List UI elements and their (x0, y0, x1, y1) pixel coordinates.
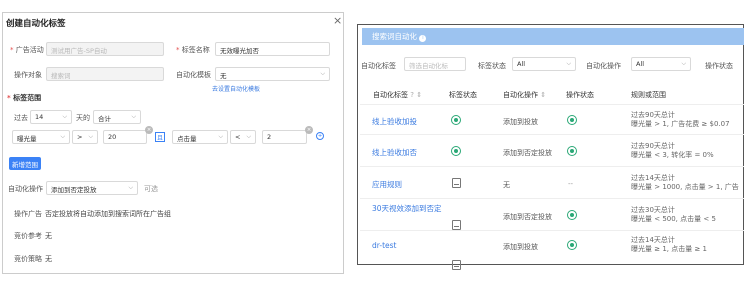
chevron-down-icon: ⌵ (218, 133, 223, 140)
auto-template-label: 自动化模板 (176, 71, 211, 79)
cond2-operator-select[interactable]: < ⌵ (230, 130, 256, 144)
chevron-down-icon: ⌵ (128, 184, 133, 191)
operate-target-label: 操作对象 (14, 71, 42, 79)
remove-cond2-icon[interactable]: × (305, 126, 313, 134)
status-active-icon (451, 146, 461, 156)
sort-icon: ⇕ (416, 91, 423, 99)
ad-activity-label: * 广告活动 (10, 46, 44, 54)
document-icon (452, 178, 461, 188)
close-icon[interactable]: × (333, 14, 342, 27)
bid-strategy-label: 竞价策略 (14, 255, 42, 263)
filter-tag-input[interactable]: 筛选自动化标 (404, 57, 466, 71)
row-op: 添加到投放 (503, 118, 538, 126)
row-op: 添加到否定投放 (503, 213, 552, 221)
filter-status-label: 标签状态 (478, 62, 506, 70)
row-tag-link[interactable]: 30天视效添加到否定 (372, 204, 442, 213)
auto-op-select[interactable]: 添加到否定投放 ⌵ (46, 181, 138, 195)
range-agg-select[interactable]: 合计 ⌵ (93, 110, 141, 124)
row-rule: 过去90天总计 曝光量 > 1, 广告花费 ≥ $0.07 (631, 111, 730, 128)
add-range-button[interactable]: 新增范围 (9, 157, 41, 170)
ad-activity-input[interactable]: 测试用广告-SP自动 (46, 42, 164, 56)
dialog-title: 创建自动化标签 (6, 19, 66, 29)
cond1-metric-select[interactable]: 曝光量 ⌵ (12, 130, 70, 144)
header-divider (360, 104, 744, 105)
row-rule: 过去30天总计 曝光量 < 500, 点击量 < 5 (631, 206, 716, 223)
chevron-down-icon: ⌵ (88, 133, 93, 140)
row-rule: 过去14天总计 曝光量 > 1000, 点击量 > 1, 广告 (631, 174, 739, 191)
row-tag-link[interactable]: 线上验收加否 (372, 147, 417, 158)
auto-op-label: 自动化操作 (8, 185, 43, 193)
bid-ref-value: 无 (45, 232, 52, 240)
col-tag[interactable]: 自动化标签 ? ⇕ (373, 90, 422, 100)
op-status-active-icon (567, 115, 577, 125)
banner-title: 搜索词自动化 i (372, 31, 427, 42)
status-active-icon (451, 115, 461, 125)
chevron-down-icon: ⌵ (320, 70, 325, 77)
table-row: 应用规则 无 -- 过去14天总计 曝光量 > 1000, 点击量 > 1, 广告 (0, 0, 750, 191)
col-rule: 规则或范围 (631, 91, 666, 99)
row-divider (360, 230, 744, 231)
range-days-select[interactable]: 14 ⌵ (30, 110, 72, 124)
op-status-active-icon (567, 146, 577, 156)
chevron-down-icon: ⌵ (131, 113, 136, 120)
row-tag-link[interactable]: 应用规则 (372, 179, 402, 190)
op-ad-label: 操作广告 (14, 210, 42, 218)
row-op: 添加到否定投放 (503, 149, 552, 157)
chevron-down-icon: ⌵ (566, 60, 571, 67)
cond2-metric-select[interactable]: 点击量 ⌵ (172, 130, 228, 144)
filter-tag-label: 自动化标签 (361, 62, 396, 70)
row-op: 添加到投放 (503, 243, 538, 251)
bid-strategy-value: 无 (45, 255, 52, 263)
row-op-status: -- (568, 180, 574, 188)
row-divider (360, 166, 744, 167)
chevron-down-icon: ⌵ (246, 133, 251, 140)
col-auto-op[interactable]: 自动化操作 ⇕ (503, 90, 546, 100)
chevron-down-icon: ⌵ (60, 133, 65, 140)
row-op: 无 (503, 181, 510, 189)
col-tag-status: 标签状态 (449, 91, 477, 99)
document-icon (452, 220, 461, 230)
cond1-value-input[interactable]: 20 (103, 130, 147, 144)
filter-op-select[interactable]: All ⌵ (631, 57, 691, 71)
auto-op-optional: 可选 (144, 185, 158, 193)
template-settings-link[interactable]: 去设置自动化模板 (212, 84, 260, 93)
row-rule: 过去90天总计 曝光量 < 3, 转化率 = 0% (631, 142, 714, 159)
range-day-suffix: 天的 (76, 114, 90, 122)
range-label: * 标签范围 (7, 94, 42, 102)
tag-name-label: * 标签名称 (176, 46, 210, 54)
row-tag-link[interactable]: dr-test (372, 241, 396, 250)
add-condition-icon[interactable]: + (316, 132, 324, 140)
document-icon (452, 260, 461, 270)
chevron-down-icon: ⌵ (681, 60, 686, 67)
range-past-text: 过去 (14, 114, 28, 122)
filter-op-status-label: 操作状态 (705, 62, 733, 70)
op-status-active-icon (567, 210, 577, 220)
cond1-operator-select[interactable]: > ⌵ (72, 130, 98, 144)
remove-cond1-icon[interactable]: × (145, 126, 153, 134)
row-tag-link[interactable]: 线上验收加投 (372, 116, 417, 127)
operate-target-input[interactable]: 搜索词 (46, 67, 164, 81)
op-ad-value: 否定投放将自动添加到搜索词所在广告组 (45, 210, 171, 218)
tag-name-input[interactable]: 无效曝光加否 (215, 42, 330, 56)
filter-status-select[interactable]: All ⌵ (512, 57, 576, 71)
col-op-status: 操作状态 (566, 91, 594, 99)
filter-op-label: 自动化操作 (586, 62, 621, 70)
auto-template-select[interactable]: 无 ⌵ (215, 67, 330, 81)
chevron-down-icon: ⌵ (62, 113, 67, 120)
cond2-value-input[interactable]: 2 (262, 130, 307, 144)
op-status-active-icon (567, 240, 577, 250)
row-divider (360, 134, 744, 135)
row-rule: 过去14天总计 曝光量 ≥ 1, 点击量 ≥ 1 (631, 236, 707, 253)
info-icon: i (419, 35, 427, 42)
sort-icon: ⇕ (540, 91, 547, 99)
row-divider (360, 198, 744, 199)
help-icon: ? (410, 91, 414, 99)
bid-ref-label: 竞价参考 (14, 232, 42, 240)
logic-and-badge[interactable]: 且 (155, 132, 165, 142)
